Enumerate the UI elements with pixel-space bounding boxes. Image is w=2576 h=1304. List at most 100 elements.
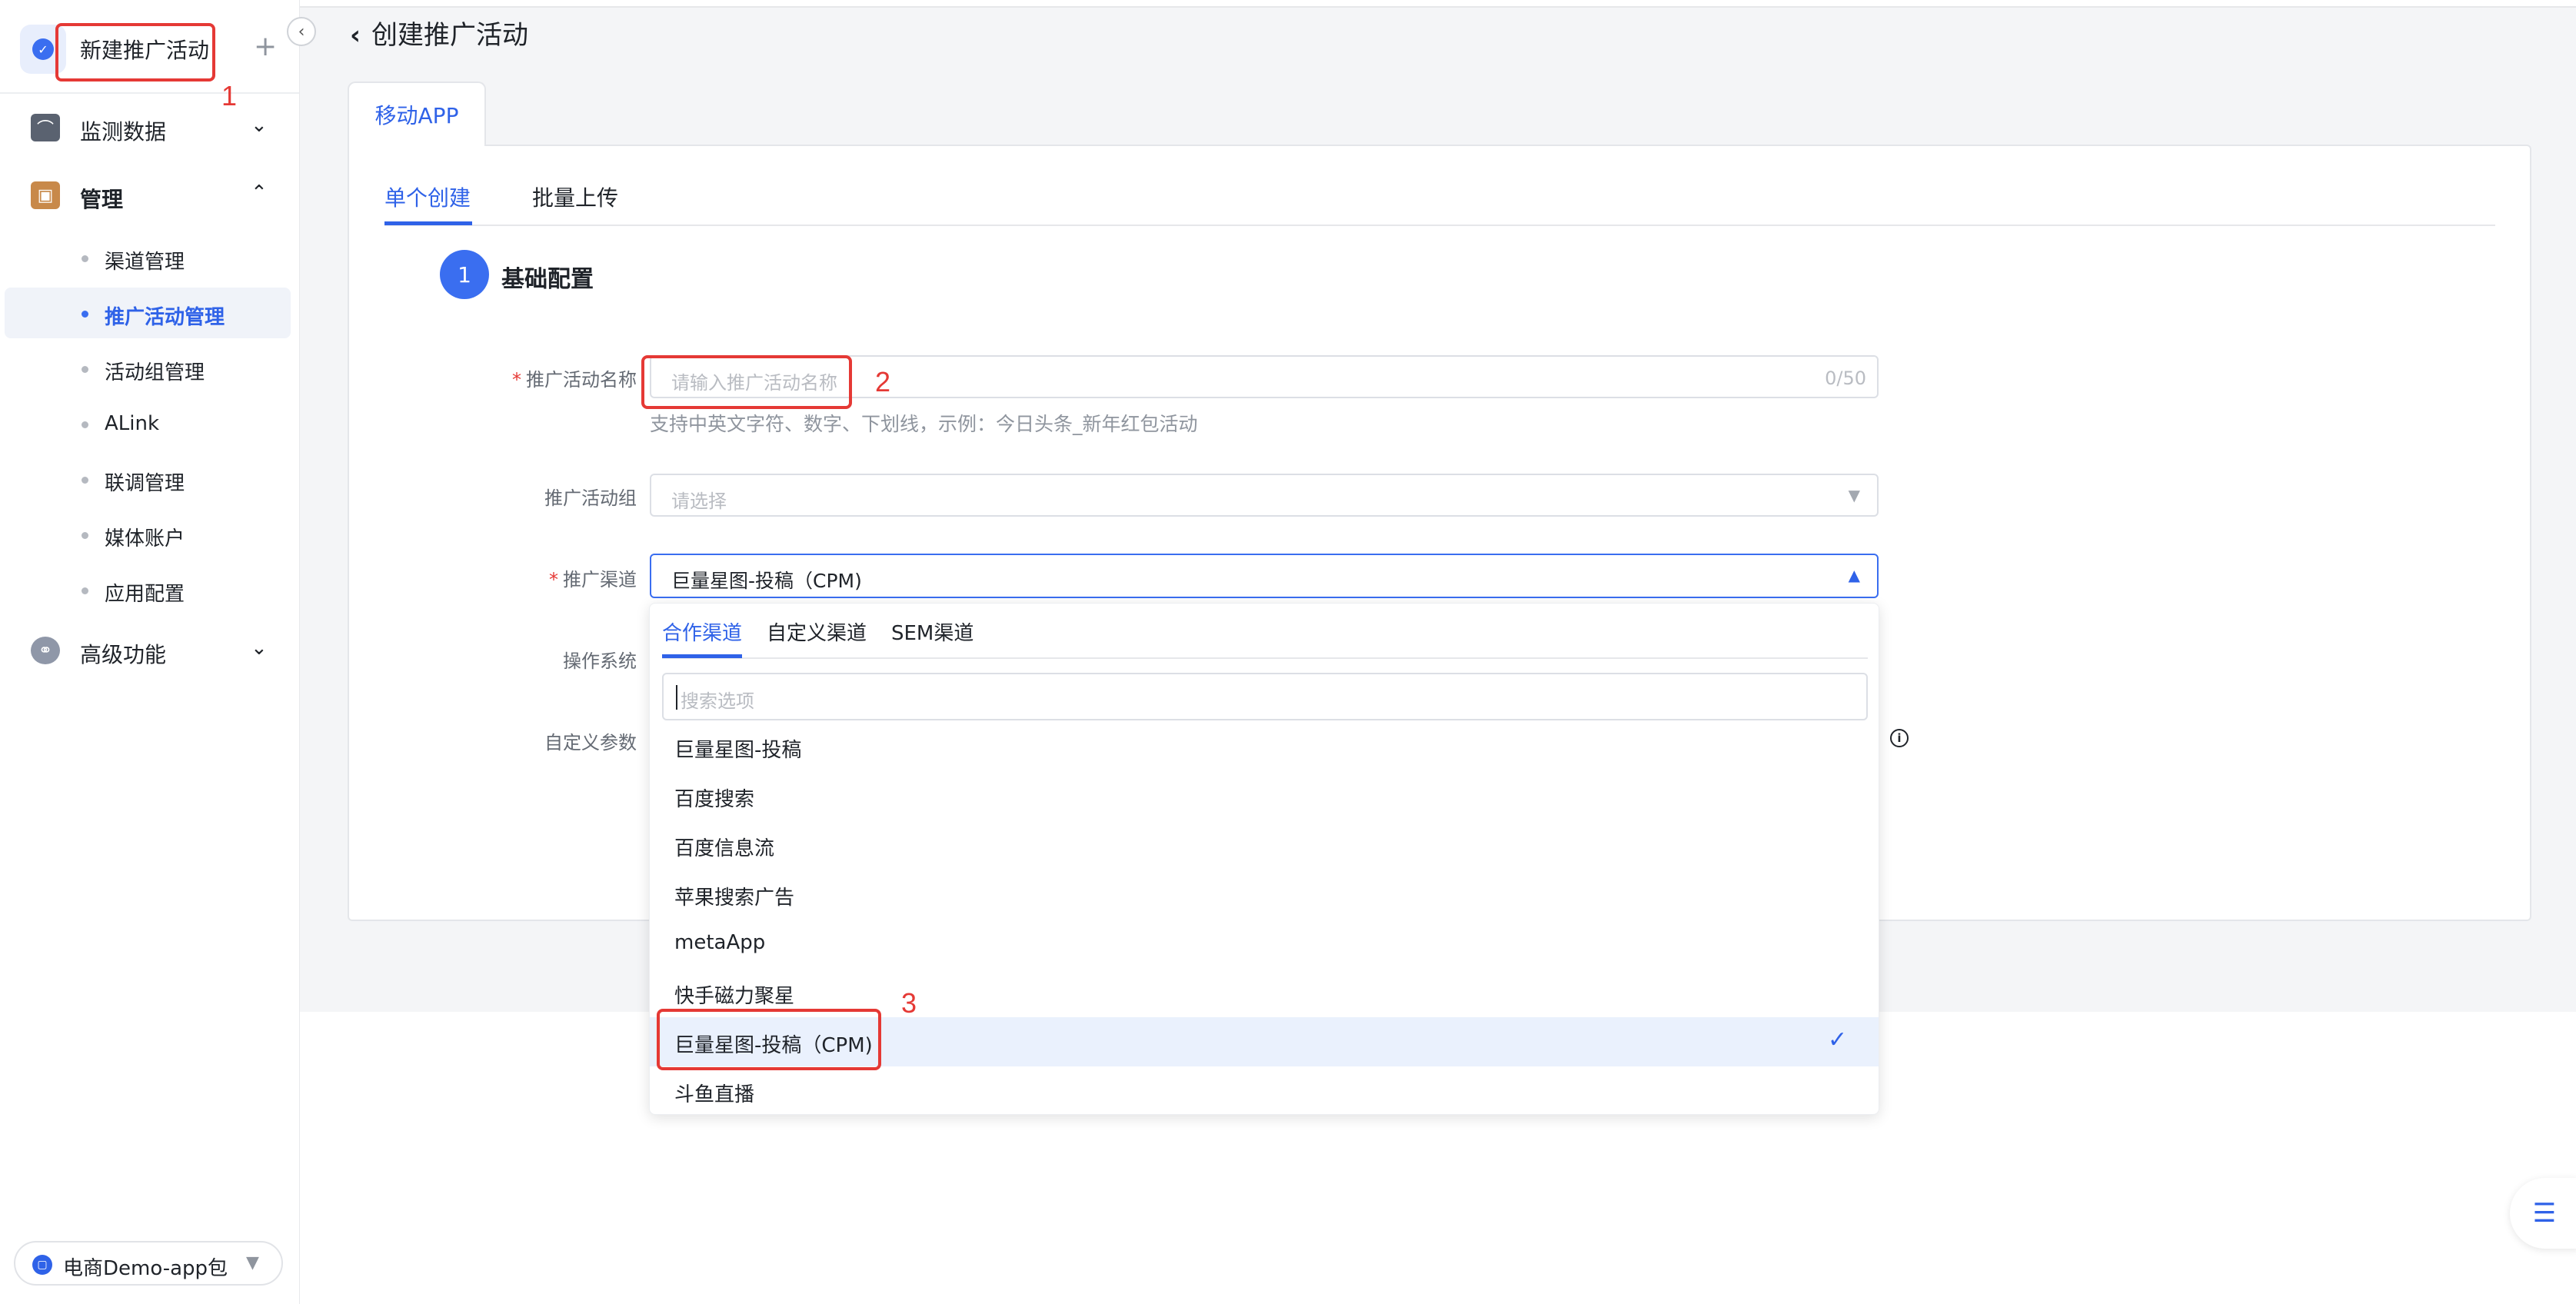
annotation-box-3 — [657, 1009, 881, 1070]
link-icon: ⚭ — [31, 637, 60, 664]
briefcase-icon: ▣ — [31, 181, 60, 209]
menu-group-label: 高级功能 — [80, 642, 167, 667]
text-cursor — [676, 685, 677, 710]
sidebar-item-label: 媒体账户 — [105, 527, 185, 551]
chevron-down-icon: ⌄ — [251, 114, 268, 137]
divider — [0, 92, 299, 94]
tab-custom-channels[interactable]: 自定义渠道 — [767, 617, 867, 646]
back-icon[interactable]: ‹ — [350, 20, 361, 51]
option-label: 巨量星图-投稿 — [674, 739, 802, 762]
add-tab-icon[interactable]: + — [254, 31, 277, 62]
option-label: 苹果搜索广告 — [674, 887, 795, 910]
chevron-left-icon: ‹ — [298, 22, 305, 42]
annotation-number-2: 2 — [875, 366, 891, 398]
sidebar-item-label: 推广活动管理 — [105, 306, 225, 329]
menu-group-advanced[interactable]: ⚭ 高级功能 ⌄ — [0, 627, 300, 674]
page-title-text: 创建推广活动 — [371, 20, 529, 51]
dropdown-option[interactable]: 百度搜索 — [650, 771, 1879, 820]
menu-group-label: 管理 — [80, 187, 124, 212]
campaign-group-placeholder: 请选择 — [671, 491, 727, 512]
menu-group-label: 监测数据 — [80, 119, 167, 145]
sidebar-item-label: 应用配置 — [105, 583, 185, 606]
campaign-name-help: 支持中英文字符、数字、下划线，示例：今日头条_新年红包活动 — [650, 413, 1198, 435]
campaign-name-label-text: 推广活动名称 — [526, 369, 637, 391]
option-label: metaApp — [674, 931, 766, 954]
sidebar-item-label: 联调管理 — [105, 472, 185, 495]
caret-down-icon: ▼ — [246, 1253, 259, 1272]
tab-sem-channels[interactable]: SEM渠道 — [891, 617, 973, 646]
option-label: 百度信息流 — [674, 837, 775, 860]
active-tab-indicator — [662, 654, 742, 658]
app-switcher-label: 电商Demo-app包 — [63, 1257, 228, 1280]
option-label: 百度搜索 — [674, 788, 755, 811]
step-title: 基础配置 — [501, 266, 594, 293]
required-mark: * — [549, 569, 558, 590]
dropdown-search-input[interactable]: 搜索选项 — [662, 673, 1868, 720]
bullet-icon — [82, 366, 88, 373]
chevron-down-icon: ⌄ — [251, 637, 268, 660]
annotation-number-3: 3 — [901, 987, 917, 1019]
tab-partner-channels[interactable]: 合作渠道 — [662, 617, 742, 646]
campaign-group-select[interactable]: 请选择 ▼ — [650, 474, 1879, 517]
sidebar: ✓ 新建推广活动 + ⌒ 监测数据 ⌄ ▣ 管理 ⌃ 渠道管理 推广活动管理 活… — [0, 0, 300, 1304]
os-label: 操作系统 — [563, 650, 637, 672]
active-tab-indicator — [384, 221, 472, 225]
option-label: 快手磁力聚星 — [674, 985, 795, 1008]
sidebar-item-app-config[interactable]: 应用配置 — [0, 564, 292, 615]
custom-params-label: 自定义参数 — [544, 732, 637, 753]
badge-icon: ✓ — [32, 38, 54, 60]
sidebar-item-label: ALink — [105, 412, 160, 435]
bullet-icon — [82, 587, 88, 594]
tab-mobile-app[interactable]: 移动APP — [348, 82, 486, 146]
bullet-icon — [82, 532, 88, 539]
chart-icon: ⌒ — [31, 114, 60, 141]
tab-batch-upload[interactable]: 批量上传 — [532, 181, 618, 212]
sidebar-item-alink[interactable]: ALink — [0, 398, 292, 449]
sidebar-item-media-accounts[interactable]: 媒体账户 — [0, 509, 292, 560]
chevron-up-icon: ⌃ — [251, 181, 268, 205]
app-switcher[interactable]: ▢ 电商Demo-app包 ▼ — [14, 1241, 283, 1286]
dropdown-tabs: 合作渠道 自定义渠道 SEM渠道 — [662, 604, 1868, 659]
bullet-icon — [82, 421, 88, 428]
chat-button[interactable]: ☰ — [2510, 1178, 2576, 1249]
menu-group-manage[interactable]: ▣ 管理 ⌃ — [0, 172, 300, 218]
bullet-icon — [82, 477, 88, 484]
sidebar-item-label: 渠道管理 — [105, 251, 185, 274]
char-count: 0/50 — [1825, 368, 1866, 389]
annotation-box-1 — [55, 23, 215, 82]
menu-group-monitoring[interactable]: ⌒ 监测数据 ⌄ — [0, 105, 300, 151]
bullet-icon — [82, 255, 88, 262]
caret-up-icon: ▲ — [1848, 566, 1860, 584]
option-label: 斗鱼直播 — [674, 1083, 755, 1106]
dropdown-option[interactable]: metaApp — [650, 919, 1879, 968]
app-icon: ▢ — [32, 1255, 52, 1275]
dropdown-option[interactable]: 斗鱼直播 — [650, 1066, 1879, 1116]
dropdown-option[interactable]: 百度信息流 — [650, 820, 1879, 870]
search-placeholder: 搜索选项 — [681, 690, 754, 712]
top-bar — [300, 0, 2576, 8]
channel-selected-value: 巨量星图-投稿（CPM) — [671, 570, 862, 592]
sidebar-item-campaign-groups[interactable]: 活动组管理 — [0, 343, 292, 394]
channel-select[interactable]: 巨量星图-投稿（CPM) ▲ — [650, 554, 1879, 598]
page-title: ‹ 创建推广活动 — [350, 14, 528, 52]
annotation-number-1: 1 — [221, 80, 238, 111]
campaign-group-label: 推广活动组 — [544, 487, 637, 509]
required-mark: * — [512, 369, 521, 391]
sidebar-item-channels[interactable]: 渠道管理 — [0, 232, 292, 283]
sidebar-item-debugging[interactable]: 联调管理 — [0, 454, 292, 504]
chat-icon: ☰ — [2532, 1198, 2557, 1229]
check-icon: ✓ — [1828, 1026, 1848, 1053]
campaign-name-label: * 推广活动名称 — [461, 364, 637, 391]
info-icon[interactable]: i — [1890, 729, 1909, 747]
step-number: 1 — [440, 250, 489, 299]
dropdown-option[interactable]: 苹果搜索广告 — [650, 870, 1879, 919]
caret-down-icon: ▼ — [1848, 486, 1860, 504]
sidebar-item-campaigns[interactable]: 推广活动管理 — [5, 288, 291, 338]
tab-single-create[interactable]: 单个创建 — [384, 181, 471, 212]
channel-label-text: 推广渠道 — [563, 569, 637, 590]
creation-mode-tabs: 单个创建 批量上传 — [384, 178, 2495, 226]
sidebar-item-label: 活动组管理 — [105, 361, 205, 384]
dropdown-option[interactable]: 巨量星图-投稿 — [650, 722, 1879, 771]
bullet-icon — [82, 311, 88, 318]
collapse-sidebar-button[interactable]: ‹ — [287, 17, 316, 46]
